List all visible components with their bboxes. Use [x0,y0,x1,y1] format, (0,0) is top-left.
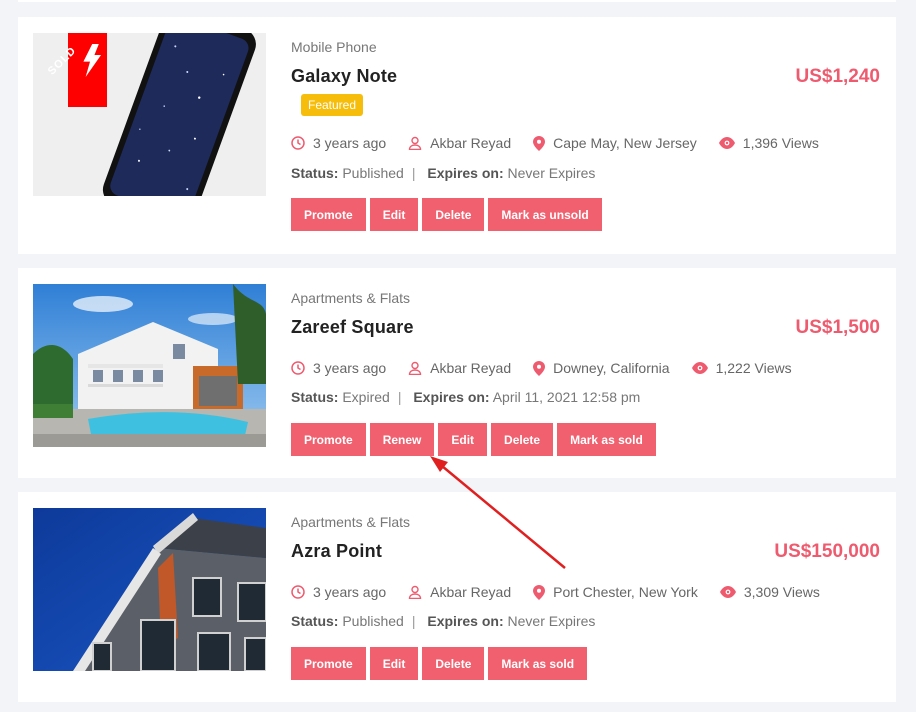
listing-price: US$150,000 [774,541,880,562]
delete-button[interactable]: Delete [491,423,554,456]
building-image [33,508,266,671]
listing-price: US$1,240 [795,66,880,87]
promote-button[interactable]: Promote [291,423,366,456]
meta-location: Cape May, New Jersey [533,135,697,151]
previous-card-edge [18,0,896,2]
listing-category[interactable]: Apartments & Flats [291,290,410,306]
listing-thumbnail[interactable] [33,284,266,447]
edit-button[interactable]: Edit [369,198,419,231]
listing-title[interactable]: Azra Point [291,541,382,562]
edit-button[interactable]: Edit [438,423,488,456]
listing-card: Apartments & Flats Azra Point US$150,000… [18,492,896,702]
listing-category[interactable]: Apartments & Flats [291,514,410,530]
listing-actions: Promote Edit Delete Mark as sold [291,647,591,680]
map-pin-icon [533,135,546,151]
map-pin-icon [533,360,546,376]
meta-views: 1,222 Views [691,360,792,376]
meta-author[interactable]: Akbar Reyad [408,360,511,376]
mark-sold-button[interactable]: Mark as sold [557,423,656,456]
user-icon [408,361,422,375]
clock-icon [291,136,305,150]
delete-button[interactable]: Delete [422,647,485,680]
eye-icon [719,586,736,598]
edit-button[interactable]: Edit [369,647,419,680]
listing-actions: Promote Renew Edit Delete Mark as sold [291,423,660,456]
listing-category[interactable]: Mobile Phone [291,39,377,55]
eye-icon [691,362,708,374]
listing-status: Status: Expired | Expires on: April 11, 2… [291,389,641,405]
clock-icon [291,585,305,599]
listing-title[interactable]: Galaxy Note [291,66,397,87]
listing-title[interactable]: Zareef Square [291,317,414,338]
meta-location: Downey, California [533,360,670,376]
delete-button[interactable]: Delete [422,198,485,231]
listing-thumbnail[interactable] [33,508,266,671]
eye-icon [718,137,735,149]
map-pin-icon [533,584,546,600]
featured-badge: Featured [301,94,364,116]
listing-thumbnail[interactable]: SOLD [33,33,266,196]
meta-views: 1,396 Views [718,135,819,151]
meta-time: 3 years ago [291,360,386,376]
mark-unsold-button[interactable]: Mark as unsold [488,198,602,231]
listing-meta: 3 years ago Akbar Reyad Downey, Californ… [291,360,814,376]
house-image [33,284,266,447]
user-icon [408,585,422,599]
promote-button[interactable]: Promote [291,198,366,231]
meta-location: Port Chester, New York [533,584,698,600]
mark-sold-button[interactable]: Mark as sold [488,647,588,680]
meta-views: 3,309 Views [719,584,820,600]
sold-ribbon: SOLD [33,33,107,107]
listing-card: SOLD Mobile Phone Galaxy Note US$1,240 F… [18,17,896,254]
listing-card: Apartments & Flats Zareef Square US$1,50… [18,268,896,478]
clock-icon [291,361,305,375]
promote-button[interactable]: Promote [291,647,366,680]
listing-status: Status: Published | Expires on: Never Exp… [291,165,596,181]
meta-time: 3 years ago [291,584,386,600]
listing-meta: 3 years ago Akbar Reyad Cape May, New Je… [291,135,841,151]
meta-time: 3 years ago [291,135,386,151]
listing-status: Status: Published | Expires on: Never Exp… [291,613,596,629]
user-icon [408,136,422,150]
listing-meta: 3 years ago Akbar Reyad Port Chester, Ne… [291,584,842,600]
meta-author[interactable]: Akbar Reyad [408,584,511,600]
meta-author[interactable]: Akbar Reyad [408,135,511,151]
listing-actions: Promote Edit Delete Mark as unsold [291,198,606,231]
renew-button[interactable]: Renew [369,423,435,456]
listing-price: US$1,500 [795,317,880,338]
